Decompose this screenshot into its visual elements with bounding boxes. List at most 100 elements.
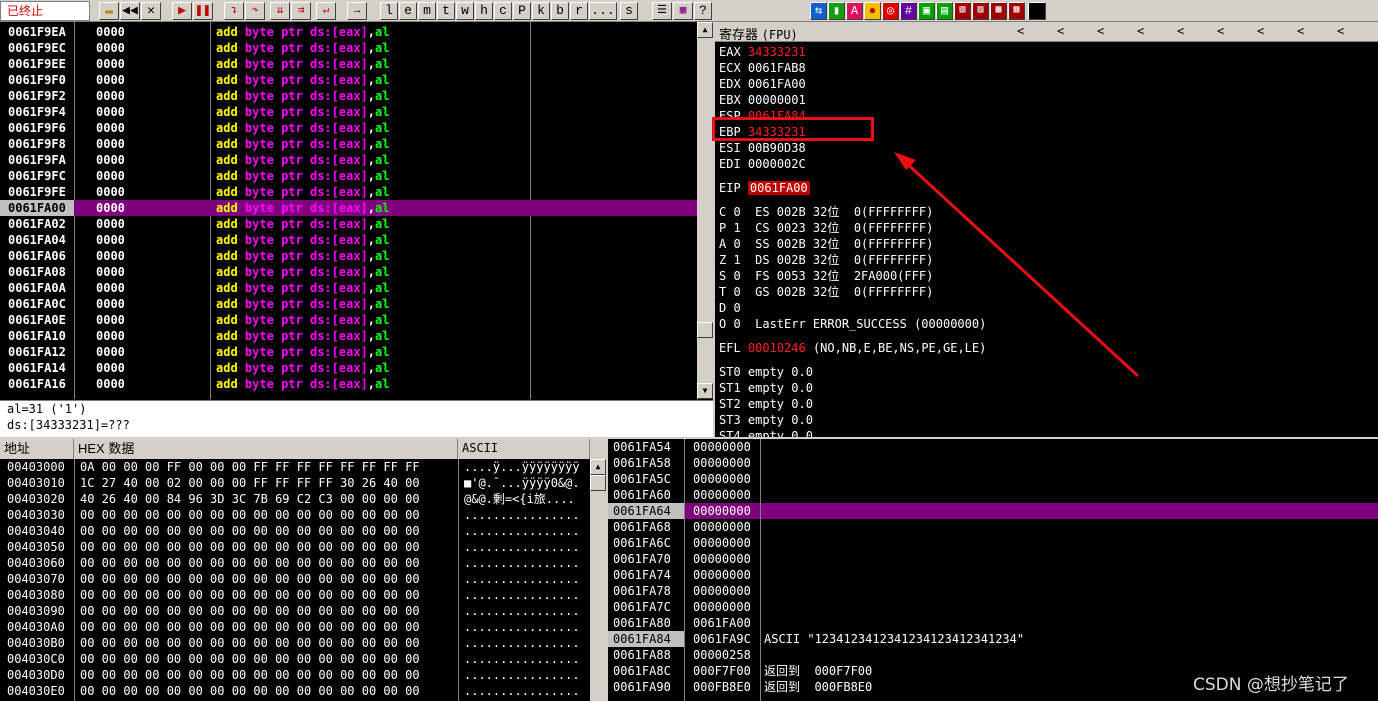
stack-row[interactable]: 0061FA84 0061FA9C ASCII "12341234123412341… [608, 631, 1378, 647]
pane-splitter[interactable] [0, 437, 1378, 439]
scroll-thumb[interactable] [697, 322, 713, 338]
disasm-row[interactable]: 0061F9F4 0000 add byte ptr ds:[eax],al [0, 104, 697, 120]
dump-row[interactable]: 00403030 00 00 00 00 00 00 00 00 00 00 00… [0, 507, 590, 523]
register-edi[interactable]: EDI 0000002C [719, 156, 806, 172]
dump-row[interactable]: 00403050 00 00 00 00 00 00 00 00 00 00 00… [0, 539, 590, 555]
registers-header[interactable]: 寄存器 (FPU) < < < < < < < < < [715, 22, 1378, 42]
disasm-row[interactable]: 0061F9EA 0000 add byte ptr ds:[eax],al [0, 24, 697, 40]
dump-row[interactable]: 004030E0 00 00 00 00 00 00 00 00 00 00 00… [0, 683, 590, 699]
register-edx[interactable]: EDX 0061FA00 [719, 76, 806, 92]
dump-row[interactable]: 00403080 00 00 00 00 00 00 00 00 00 00 00… [0, 587, 590, 603]
restart-icon[interactable]: ◀◀ [120, 2, 140, 20]
cn-tool-icon-3[interactable]: ▩ [990, 2, 1007, 20]
disasm-row[interactable]: 0061F9F8 0000 add byte ptr ds:[eax],al [0, 136, 697, 152]
patches-button[interactable]: P [513, 2, 531, 20]
dump-row[interactable]: 00403040 00 00 00 00 00 00 00 00 00 00 00… [0, 523, 590, 539]
scroll-up-icon[interactable]: ▲ [590, 459, 606, 475]
dump-header-hex[interactable]: HEX 数据 [74, 439, 458, 459]
stack-row[interactable]: 0061FA88 00000258 [608, 647, 1378, 663]
scroll-down-icon[interactable]: ▼ [697, 383, 713, 399]
reg-arrow-icon[interactable]: < [1297, 24, 1304, 38]
dump-header-ascii[interactable]: ASCII [458, 439, 590, 459]
references-button[interactable]: r [570, 2, 588, 20]
goto-icon[interactable]: → [347, 2, 367, 20]
disasm-row[interactable]: 0061FA12 0000 add byte ptr ds:[eax],al [0, 344, 697, 360]
stack-row[interactable]: 0061FA78 00000000 [608, 583, 1378, 599]
stack-row[interactable]: 0061FA7C 00000000 [608, 599, 1378, 615]
register-eip[interactable]: EIP 0061FA00 [719, 180, 810, 196]
dump-row[interactable]: 00403000 0A 00 00 00 FF 00 00 00 FF FF FF… [0, 459, 590, 475]
reg-arrow-icon[interactable]: < [1057, 24, 1064, 38]
stack-row[interactable]: 0061FA6C 00000000 [608, 535, 1378, 551]
register-efl[interactable]: EFL 00010246 (NO,NB,E,BE,NS,PE,GE,LE) [719, 340, 986, 356]
cn-tool-icon-4[interactable]: ▦ [1008, 2, 1025, 20]
flag-segment-line[interactable]: P 1 CS 0023 32位 0(FFFFFFFF) [719, 220, 933, 236]
disasm-row[interactable]: 0061FA0A 0000 add byte ptr ds:[eax],al [0, 280, 697, 296]
list-icon[interactable]: ☰ [652, 2, 672, 20]
reg-arrow-icon[interactable]: < [1097, 24, 1104, 38]
stack-row[interactable]: 0061FA64 00000000 [608, 503, 1378, 519]
dump-row[interactable]: 00403020 40 26 40 00 84 96 3D 3C 7B 69 C2… [0, 491, 590, 507]
threads-button[interactable]: t [437, 2, 455, 20]
disassembly-panel[interactable]: 0061F9EA 0000 add byte ptr ds:[eax],al 0061… [0, 22, 697, 399]
disasm-row[interactable]: 0061FA0C 0000 add byte ptr ds:[eax],al [0, 296, 697, 312]
stack-row[interactable]: 0061FA80 0061FA00 [608, 615, 1378, 631]
plugin-icon[interactable]: ▮ [828, 2, 845, 20]
cpu-button[interactable]: c [494, 2, 512, 20]
screen-icon[interactable]: ▣ [918, 2, 935, 20]
trace-into-icon[interactable]: ⇊ [270, 2, 290, 20]
disasm-row[interactable]: 0061F9FA 0000 add byte ptr ds:[eax],al [0, 152, 697, 168]
record-icon[interactable]: ● [864, 2, 881, 20]
dump-row[interactable]: 00403090 00 00 00 00 00 00 00 00 00 00 00… [0, 603, 590, 619]
handles-button[interactable]: h [475, 2, 493, 20]
reg-arrow-icon[interactable]: < [1337, 24, 1344, 38]
fpu-register[interactable]: ST4 empty 0.0 [719, 428, 813, 437]
grid-icon[interactable]: ▦ [673, 2, 693, 20]
hex-dump-panel[interactable]: 地址 HEX 数据 ASCII 00403000 0A 00 00 00 FF 0… [0, 439, 606, 701]
open-file-icon[interactable]: ▬ [99, 2, 119, 20]
a-plugin-icon[interactable]: A [846, 2, 863, 20]
dump-scrollbar[interactable]: ▲ [590, 439, 606, 701]
scroll-up-icon[interactable]: ▲ [697, 22, 713, 38]
disasm-row[interactable]: 0061FA08 0000 add byte ptr ds:[eax],al [0, 264, 697, 280]
flag-segment-line[interactable]: S 0 FS 0053 32位 2FA000(FFF) [719, 268, 933, 284]
stack-row[interactable]: 0061FA74 00000000 [608, 567, 1378, 583]
hash-icon[interactable]: # [900, 2, 917, 20]
dump-row[interactable]: 00403010 1C 27 40 00 02 00 00 00 FF FF FF… [0, 475, 590, 491]
reg-arrow-icon[interactable]: < [1177, 24, 1184, 38]
source-button[interactable]: s [620, 2, 638, 20]
scroll-thumb[interactable] [590, 475, 606, 491]
disasm-row[interactable]: 0061FA16 0000 add byte ptr ds:[eax],al [0, 376, 697, 392]
pane-splitter[interactable] [713, 22, 715, 437]
stack-row[interactable]: 0061FA60 00000000 [608, 487, 1378, 503]
cn-tool-icon-1[interactable]: ▧ [954, 2, 971, 20]
disasm-row[interactable]: 0061F9FE 0000 add byte ptr ds:[eax],al [0, 184, 697, 200]
disassembly-scrollbar[interactable]: ▲ ▼ [697, 22, 713, 399]
call-stack-button[interactable]: k [532, 2, 550, 20]
flag-segment-line[interactable]: A 0 SS 002B 32位 0(FFFFFFFF) [719, 236, 933, 252]
registers-panel[interactable]: 寄存器 (FPU) < < < < < < < < < EAX 34333231… [715, 22, 1378, 437]
execute-till-return-icon[interactable]: ↵ [316, 2, 336, 20]
fpu-register[interactable]: ST2 empty 0.0 [719, 396, 813, 412]
reg-arrow-icon[interactable]: < [1217, 24, 1224, 38]
dump-row[interactable]: 004030B0 00 00 00 00 00 00 00 00 00 00 00… [0, 635, 590, 651]
fpu-register[interactable]: ST0 empty 0.0 [719, 364, 813, 380]
stack-row[interactable]: 0061FA70 00000000 [608, 551, 1378, 567]
flag-segment-line[interactable]: C 0 ES 002B 32位 0(FFFFFFFF) [719, 204, 933, 220]
stack-row[interactable]: 0061FA54 00000000 [608, 439, 1378, 455]
disasm-row[interactable]: 0061F9F2 0000 add byte ptr ds:[eax],al [0, 88, 697, 104]
close-icon[interactable]: ✕ [141, 2, 161, 20]
step-into-icon[interactable]: ↴ [224, 2, 244, 20]
disasm-row[interactable]: 0061FA04 0000 add byte ptr ds:[eax],al [0, 232, 697, 248]
flag-segment-line[interactable]: T 0 GS 002B 32位 0(FFFFFFFF) [719, 284, 933, 300]
cn-tool-icon-2[interactable]: ▨ [972, 2, 989, 20]
flag-segment-line[interactable]: Z 1 DS 002B 32位 0(FFFFFFFF) [719, 252, 933, 268]
register-ecx[interactable]: ECX 0061FAB8 [719, 60, 806, 76]
reg-arrow-icon[interactable]: < [1017, 24, 1024, 38]
pane-splitter[interactable] [606, 439, 608, 701]
dump-row[interactable]: 00403070 00 00 00 00 00 00 00 00 00 00 00… [0, 571, 590, 587]
reg-arrow-icon[interactable]: < [1137, 24, 1144, 38]
disasm-row[interactable]: 0061F9F6 0000 add byte ptr ds:[eax],al [0, 120, 697, 136]
pause-icon[interactable]: ❚❚ [193, 2, 213, 20]
flag-segment-line[interactable]: O 0 LastErr ERROR_SUCCESS (00000000) [719, 316, 986, 332]
